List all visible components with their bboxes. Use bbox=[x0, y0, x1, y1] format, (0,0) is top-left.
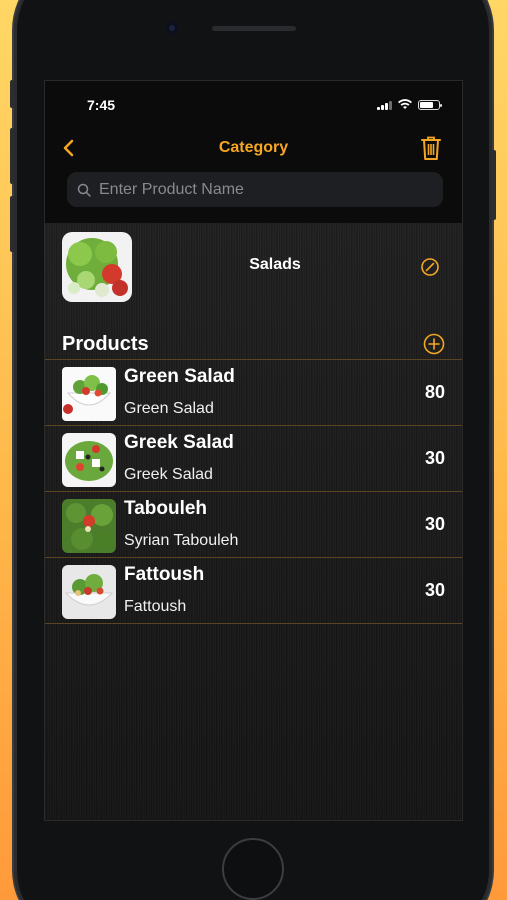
product-name: Green Salad bbox=[124, 366, 235, 387]
edit-icon[interactable] bbox=[420, 257, 440, 277]
product-name: Greek Salad bbox=[124, 432, 234, 453]
trash-icon[interactable] bbox=[420, 135, 442, 161]
list-item[interactable]: Greek Salad Greek Salad 30 bbox=[45, 425, 462, 491]
mute-switch bbox=[10, 80, 14, 108]
status-icons bbox=[377, 99, 442, 110]
category-name: Salads bbox=[249, 256, 301, 273]
product-name: Tabouleh bbox=[124, 498, 208, 519]
list-item[interactable]: Tabouleh Syrian Tabouleh 30 bbox=[45, 491, 462, 557]
volume-up-button bbox=[10, 128, 14, 184]
search-icon bbox=[77, 183, 91, 197]
battery-icon bbox=[418, 99, 442, 110]
category-image bbox=[62, 232, 132, 302]
product-image bbox=[62, 565, 116, 619]
app-screen: 7:45 Category Enter Product Name Salads … bbox=[44, 80, 463, 821]
product-quantity: 80 bbox=[424, 382, 445, 402]
product-subtitle: Green Salad bbox=[124, 400, 214, 417]
search-input[interactable] bbox=[97, 179, 421, 200]
list-item[interactable]: Fattoush Fattoush 30 bbox=[45, 557, 462, 624]
product-image bbox=[62, 433, 116, 487]
list-item[interactable]: Green Salad Green Salad 80 bbox=[45, 359, 462, 425]
earpiece-speaker bbox=[212, 26, 296, 31]
search-bar[interactable] bbox=[67, 172, 443, 207]
product-quantity: 30 bbox=[424, 514, 445, 534]
product-quantity: 30 bbox=[424, 448, 445, 468]
product-image bbox=[62, 499, 116, 553]
status-time: 7:45 bbox=[87, 97, 116, 113]
products-header: Products bbox=[62, 333, 149, 355]
add-product-icon[interactable] bbox=[423, 333, 445, 355]
product-subtitle: Fattoush bbox=[124, 598, 187, 615]
page-title: Category bbox=[218, 139, 289, 156]
product-subtitle: Syrian Tabouleh bbox=[124, 532, 239, 549]
product-subtitle: Greek Salad bbox=[124, 466, 213, 483]
cellular-signal-icon bbox=[377, 100, 392, 110]
power-button bbox=[492, 150, 496, 220]
battery-level bbox=[420, 101, 433, 108]
wifi-icon bbox=[398, 99, 412, 109]
front-camera bbox=[166, 22, 178, 34]
product-name: Fattoush bbox=[124, 564, 205, 585]
navigation-bar: 7:45 Category bbox=[45, 81, 462, 223]
home-button[interactable] bbox=[222, 838, 284, 900]
product-image bbox=[62, 367, 116, 421]
volume-down-button bbox=[10, 196, 14, 252]
products-list: Green Salad Green Salad 80 Greek Salad G… bbox=[45, 359, 462, 624]
product-quantity: 30 bbox=[424, 580, 445, 600]
category-row[interactable]: Salads bbox=[45, 223, 462, 309]
